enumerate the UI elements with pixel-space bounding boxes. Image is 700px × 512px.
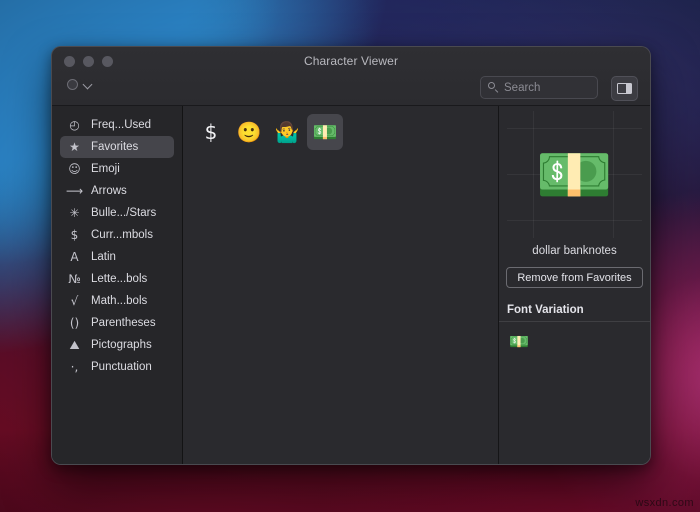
sidebar-item-label: Favorites	[91, 141, 139, 153]
font-variation-cell[interactable]: 💵	[507, 332, 531, 352]
sidebar-item-emoji[interactable]: ☺ Emoji	[60, 158, 174, 180]
sidebar-item-bullets-stars[interactable]: ✳ Bulle.../Stars	[60, 202, 174, 224]
sidebar-item-math-symbols[interactable]: √ Math...bols	[60, 290, 174, 312]
chevron-down-icon	[83, 80, 93, 90]
font-variation-heading: Font Variation	[499, 304, 650, 322]
letter-a-icon: A	[70, 250, 79, 264]
sidebar-item-latin[interactable]: A Latin	[60, 246, 174, 268]
sidebar-item-favorites[interactable]: ★ Favorites	[60, 136, 174, 158]
detail-panel: 💵 dollar banknotes Remove from Favorites…	[499, 106, 650, 464]
numero-icon: №	[68, 272, 81, 286]
sidebar-item-label: Parentheses	[91, 317, 156, 329]
asterisk-icon: ✳	[69, 206, 80, 220]
guide-line	[533, 111, 534, 238]
sidebar-item-label: Freq...Used	[91, 119, 152, 131]
star-icon: ★	[69, 140, 80, 154]
preview-glyph: 💵	[535, 137, 614, 211]
gear-icon	[67, 79, 78, 90]
guide-line	[507, 220, 642, 221]
punctuation-icon: ·,	[70, 360, 79, 374]
guide-line	[507, 128, 642, 129]
character-preview: 💵	[499, 106, 650, 243]
sidebar-item-arrows[interactable]: ⟶ Arrows	[60, 180, 174, 202]
desktop: wsxdn.com Character Viewer Search ◴ Freq…	[0, 0, 700, 512]
character-viewer-window: Character Viewer Search ◴ Freq...Used ★ …	[51, 46, 651, 465]
character-grid-pane: $ 🙂 🤷‍♂️ 💵	[183, 106, 499, 464]
pictograph-icon: ⛰	[69, 338, 80, 352]
toolbar: Search	[52, 71, 650, 105]
clock-icon: ◴	[69, 118, 80, 132]
search-placeholder: Search	[504, 81, 541, 94]
guide-line	[613, 111, 614, 238]
sidebar-item-label: Math...bols	[91, 295, 148, 307]
font-variation-list: 💵	[499, 322, 650, 362]
character-cell[interactable]: 🙂	[231, 114, 267, 150]
sidebar-item-label: Arrows	[91, 185, 127, 197]
window-titlebar: Character Viewer Search	[52, 47, 650, 106]
sidebar-item-label: Pictographs	[91, 339, 152, 351]
window-title: Character Viewer	[303, 54, 399, 68]
parentheses-icon: ()	[69, 316, 80, 330]
sidebar-item-currency-symbols[interactable]: $ Curr...mbols	[60, 224, 174, 246]
square-root-icon: √	[70, 294, 79, 308]
character-name: dollar banknotes	[532, 245, 617, 257]
panel-toggle-button[interactable]	[611, 76, 638, 101]
sidebar-item-parentheses[interactable]: () Parentheses	[60, 312, 174, 334]
search-icon	[488, 82, 499, 93]
arrow-right-icon: ⟶	[66, 184, 84, 198]
sidebar-panel-icon	[617, 83, 632, 94]
sidebar-item-punctuation[interactable]: ·, Punctuation	[60, 356, 174, 378]
sidebar-item-label: Bulle.../Stars	[91, 207, 157, 219]
character-cell[interactable]: $	[193, 114, 229, 150]
category-sidebar: ◴ Freq...Used ★ Favorites ☺ Emoji ⟶ Arro…	[52, 106, 183, 464]
sidebar-item-label: Latin	[91, 251, 116, 263]
window-body: ◴ Freq...Used ★ Favorites ☺ Emoji ⟶ Arro…	[52, 106, 650, 464]
sidebar-item-pictographs[interactable]: ⛰ Pictographs	[60, 334, 174, 356]
sidebar-item-freq-used[interactable]: ◴ Freq...Used	[60, 114, 174, 136]
sidebar-item-label: Lette...bols	[91, 273, 148, 285]
sidebar-item-label: Punctuation	[91, 361, 152, 373]
sidebar-item-label: Curr...mbols	[91, 229, 153, 241]
dollar-sign-icon: $	[70, 228, 79, 242]
character-grid: $ 🙂 🤷‍♂️ 💵	[193, 114, 488, 150]
smiley-icon: ☺	[68, 162, 81, 176]
search-field[interactable]: Search	[480, 76, 598, 99]
watermark: wsxdn.com	[635, 497, 694, 509]
sidebar-item-label: Emoji	[91, 163, 120, 175]
sidebar-item-letterlike-symbols[interactable]: № Lette...bols	[60, 268, 174, 290]
character-cell[interactable]: 🤷‍♂️	[269, 114, 305, 150]
character-cell-selected[interactable]: 💵	[307, 114, 343, 150]
action-menu-button[interactable]	[67, 79, 93, 90]
remove-from-favorites-button[interactable]: Remove from Favorites	[506, 267, 643, 288]
